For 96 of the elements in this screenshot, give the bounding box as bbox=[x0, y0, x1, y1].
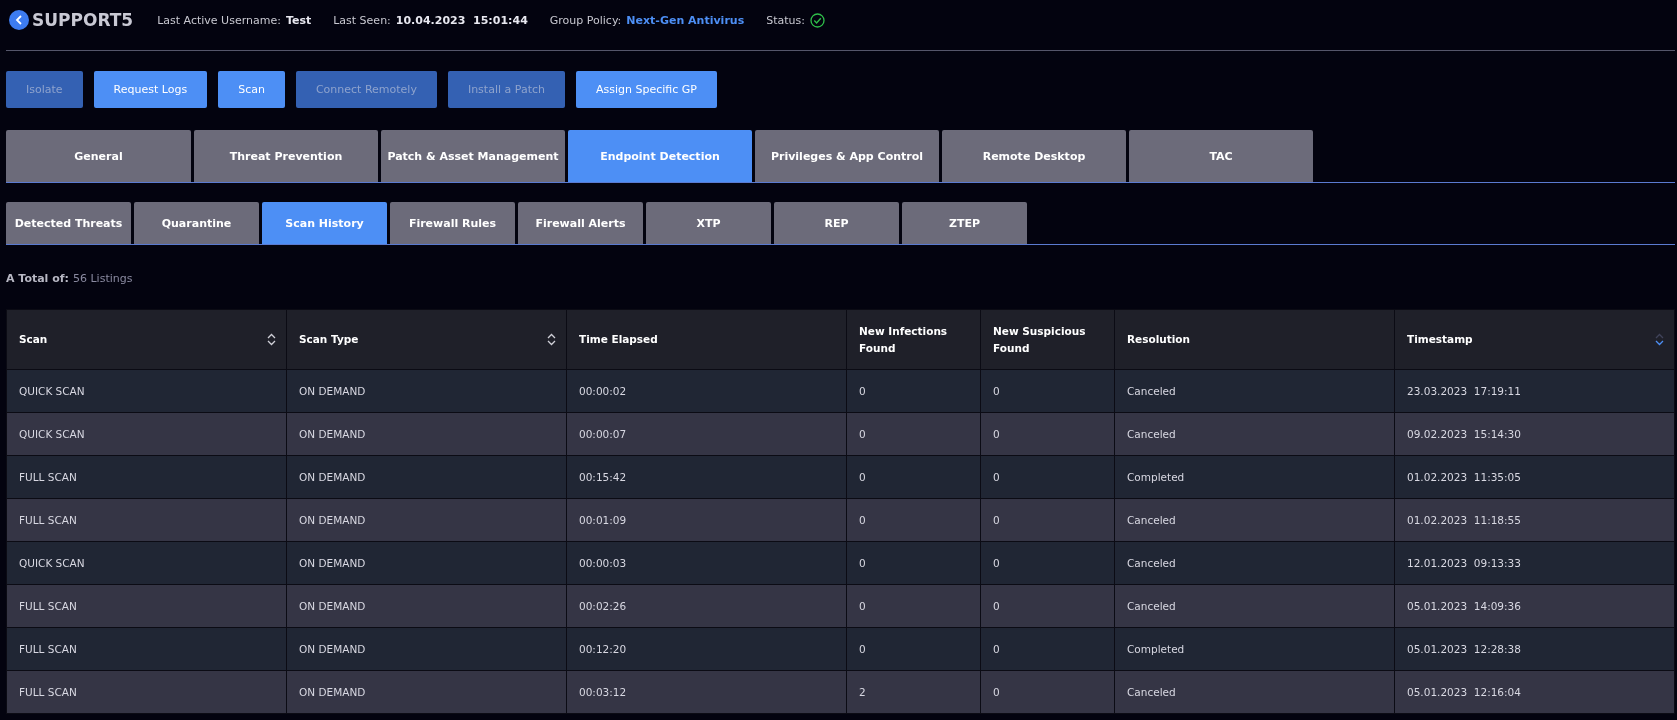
table-cell: 00:03:12 bbox=[566, 670, 847, 714]
tab[interactable]: TAC bbox=[1129, 130, 1313, 182]
table-cell: FULL SCAN bbox=[6, 670, 287, 714]
table-cell: 0 bbox=[980, 455, 1115, 499]
table-cell: QUICK SCAN bbox=[6, 541, 287, 585]
column-header-text: New Suspicious Found bbox=[993, 323, 1087, 356]
table-cell: ON DEMAND bbox=[286, 498, 567, 542]
table-cell: Canceled bbox=[1114, 412, 1395, 456]
tab[interactable]: Firewall Rules bbox=[390, 202, 515, 244]
action-button[interactable]: Assign Specific GP bbox=[575, 71, 717, 108]
table-cell: ON DEMAND bbox=[286, 670, 567, 714]
column-header-text: Scan bbox=[19, 332, 48, 347]
table-cell: 0 bbox=[980, 541, 1115, 585]
table-cell: 0 bbox=[980, 498, 1115, 542]
tab[interactable]: Patch & Asset Management bbox=[381, 130, 565, 182]
policy-link[interactable]: Next-Gen Antivirus bbox=[626, 13, 745, 27]
tab[interactable]: Threat Prevention bbox=[194, 130, 378, 182]
tab[interactable]: Firewall Alerts bbox=[518, 202, 643, 244]
table-cell: 00:12:20 bbox=[566, 627, 847, 671]
table-cell: Canceled bbox=[1114, 541, 1395, 585]
table-cell: 0 bbox=[846, 455, 981, 499]
table-cell: 12.01.2023 09:13:33 bbox=[1394, 541, 1675, 585]
tab[interactable]: Endpoint Detection bbox=[568, 130, 752, 182]
tab[interactable]: Scan History bbox=[262, 202, 387, 244]
table-cell: ON DEMAND bbox=[286, 541, 567, 585]
table-cell: 2 bbox=[846, 670, 981, 714]
table-cell: ON DEMAND bbox=[286, 584, 567, 628]
table-cell: Completed bbox=[1114, 455, 1395, 499]
table-cell: Canceled bbox=[1114, 369, 1395, 413]
field-value: Test bbox=[285, 13, 312, 27]
table-cell: 09.02.2023 15:14:30 bbox=[1394, 412, 1675, 456]
table-cell: FULL SCAN bbox=[6, 498, 287, 542]
back-button[interactable] bbox=[9, 10, 29, 30]
table-cell: 0 bbox=[980, 369, 1115, 413]
total-count: 56 Listings bbox=[72, 272, 133, 285]
table-cell: ON DEMAND bbox=[286, 412, 567, 456]
table-cell: Completed bbox=[1114, 627, 1395, 671]
tab[interactable]: ZTEP bbox=[902, 202, 1027, 244]
table-cell: 0 bbox=[846, 498, 981, 542]
table-cell: 0 bbox=[846, 369, 981, 413]
table-cell: 00:00:03 bbox=[566, 541, 847, 585]
table-cell: 0 bbox=[846, 584, 981, 628]
field-label: Status: bbox=[766, 13, 805, 27]
table-cell: 0 bbox=[980, 670, 1115, 714]
action-button[interactable]: Request Logs bbox=[93, 71, 208, 108]
column-header-text: Scan Type bbox=[299, 332, 359, 347]
table-cell: QUICK SCAN bbox=[6, 412, 287, 456]
table-cell: 0 bbox=[980, 412, 1115, 456]
table-cell: 0 bbox=[846, 627, 981, 671]
field-label: Last Seen: bbox=[333, 13, 391, 27]
tab[interactable]: Quarantine bbox=[134, 202, 259, 244]
table-cell: ON DEMAND bbox=[286, 627, 567, 671]
table-cell: Canceled bbox=[1114, 584, 1395, 628]
field-value: 10.04.2023 15:01:44 bbox=[395, 13, 528, 27]
table-cell: 00:02:26 bbox=[566, 584, 847, 628]
action-button[interactable]: Scan bbox=[218, 71, 285, 108]
table-cell: 0 bbox=[980, 584, 1115, 628]
table-cell: ON DEMAND bbox=[286, 455, 567, 499]
table-cell: 00:00:07 bbox=[566, 412, 847, 456]
tab[interactable]: XTP bbox=[646, 202, 771, 244]
table-cell: 01.02.2023 11:35:05 bbox=[1394, 455, 1675, 499]
tab[interactable]: Detected Threats bbox=[6, 202, 131, 244]
table-cell: FULL SCAN bbox=[6, 627, 287, 671]
total-label: A Total of: bbox=[6, 272, 69, 285]
sort-icon[interactable] bbox=[547, 333, 556, 346]
table-cell: 0 bbox=[980, 627, 1115, 671]
table-cell: 0 bbox=[846, 541, 981, 585]
table-cell: 00:01:09 bbox=[566, 498, 847, 542]
table-cell: 00:00:02 bbox=[566, 369, 847, 413]
tab[interactable]: REP bbox=[774, 202, 899, 244]
field-label: Group Policy: bbox=[549, 13, 622, 27]
tab[interactable]: Privileges & App Control bbox=[755, 130, 939, 182]
field-label: Last Active Username: bbox=[157, 13, 281, 27]
table-cell: 0 bbox=[846, 412, 981, 456]
table-cell: 05.01.2023 12:28:38 bbox=[1394, 627, 1675, 671]
tab[interactable]: General bbox=[6, 130, 191, 182]
table-cell: 05.01.2023 12:16:04 bbox=[1394, 670, 1675, 714]
table-cell: 23.03.2023 17:19:11 bbox=[1394, 369, 1675, 413]
chevron-left-icon bbox=[14, 15, 24, 25]
table-cell: 00:15:42 bbox=[566, 455, 847, 499]
column-header-text: New Infections Found bbox=[859, 323, 949, 356]
column-header-text: Time Elapsed bbox=[579, 332, 658, 347]
table-cell: ON DEMAND bbox=[286, 369, 567, 413]
column-header-text: Timestamp bbox=[1407, 332, 1473, 347]
tab[interactable]: Remote Desktop bbox=[942, 130, 1126, 182]
table-cell: Canceled bbox=[1114, 670, 1395, 714]
table-cell: FULL SCAN bbox=[6, 455, 287, 499]
sort-icon[interactable] bbox=[1655, 333, 1664, 346]
table-cell: 01.02.2023 11:18:55 bbox=[1394, 498, 1675, 542]
device-title: SUPPORT5 bbox=[32, 10, 134, 30]
column-header-text: Resolution bbox=[1127, 332, 1191, 347]
table-cell: QUICK SCAN bbox=[6, 369, 287, 413]
table-cell: FULL SCAN bbox=[6, 584, 287, 628]
sort-icon[interactable] bbox=[267, 333, 276, 346]
table-cell: Canceled bbox=[1114, 498, 1395, 542]
table-cell: 05.01.2023 14:09:36 bbox=[1394, 584, 1675, 628]
